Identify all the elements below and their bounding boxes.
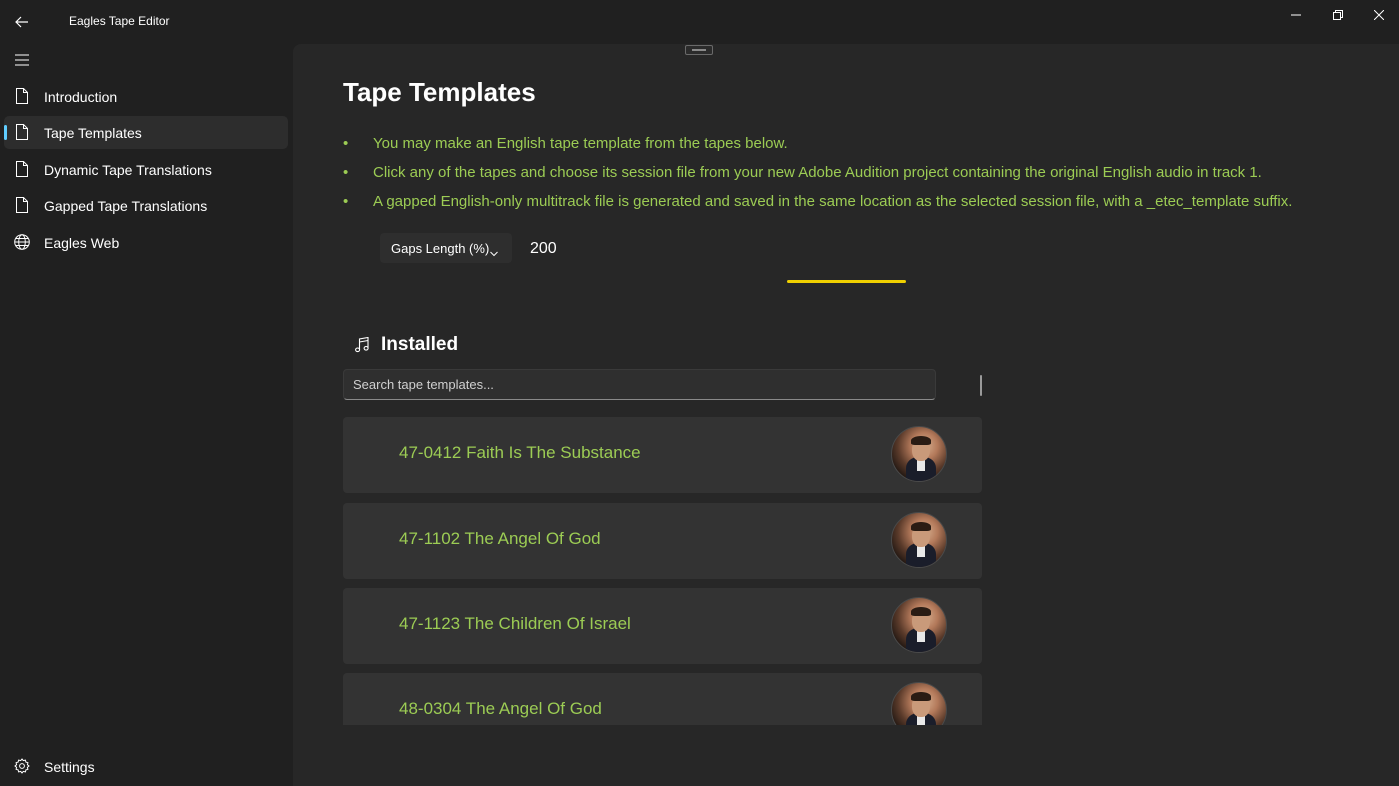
tape-list-item[interactable]: 48-0304 The Angel Of God <box>343 673 982 725</box>
bullet-dot: • <box>343 164 349 181</box>
bullet-text: Click any of the tapes and choose its se… <box>373 164 1262 181</box>
sidebar-item-introduction[interactable]: Introduction <box>4 80 288 113</box>
minimize-button[interactable] <box>1275 0 1317 30</box>
speaker-avatar <box>891 426 947 482</box>
hamburger-menu-icon <box>15 54 29 66</box>
main-content: Tape Templates • You may make an English… <box>293 44 1399 786</box>
sidebar-item-label: Dynamic Tape Translations <box>44 162 212 178</box>
tape-title: 47-0412 Faith Is The Substance <box>399 443 641 462</box>
document-icon <box>14 161 30 177</box>
title-bar: Eagles Tape Editor <box>0 0 1399 44</box>
tape-list: 47-0412 Faith Is The Substance 47-1102 T… <box>343 417 982 725</box>
speaker-avatar <box>891 512 947 568</box>
back-button[interactable] <box>6 6 38 38</box>
music-note-icon <box>353 336 371 354</box>
speaker-avatar <box>891 682 947 725</box>
installed-label: Installed <box>381 334 459 355</box>
bullet-text: A gapped English-only multitrack file is… <box>373 193 1293 210</box>
document-icon <box>14 88 30 104</box>
tape-list-item[interactable]: 47-1123 The Children Of Israel <box>343 588 982 664</box>
bullet-dot: • <box>343 193 349 210</box>
search-input[interactable] <box>343 369 936 400</box>
restore-button[interactable] <box>1317 0 1359 30</box>
gear-icon <box>14 758 30 774</box>
close-icon <box>1374 10 1384 20</box>
progress-indicator <box>787 280 906 283</box>
sidebar-item-dynamic-tape-translations[interactable]: Dynamic Tape Translations <box>4 153 288 186</box>
gaps-length-label: Gaps Length (%) <box>391 241 490 256</box>
restore-icon <box>1333 10 1343 20</box>
bullet-dot: • <box>343 135 349 152</box>
sidebar-item-label: Eagles Web <box>44 235 120 251</box>
sidebar-item-label: Gapped Tape Translations <box>44 198 208 214</box>
sidebar-item-tape-templates[interactable]: Tape Templates <box>4 116 288 149</box>
drag-handle[interactable] <box>685 45 713 55</box>
tape-list-item[interactable]: 47-0412 Faith Is The Substance <box>343 417 982 493</box>
tape-title: 47-1123 The Children Of Israel <box>399 614 631 633</box>
tape-list-item[interactable]: 47-1102 The Angel Of God <box>343 503 982 579</box>
sidebar-item-gapped-tape-translations[interactable]: Gapped Tape Translations <box>4 189 288 222</box>
minimize-icon <box>1291 14 1301 16</box>
installed-section-header: Installed <box>353 332 458 358</box>
tape-title: 47-1102 The Angel Of God <box>399 529 601 548</box>
back-arrow-icon <box>15 16 28 28</box>
gaps-length-value: 200 <box>530 240 557 257</box>
sidebar-item-eagles-web[interactable]: Eagles Web <box>4 226 288 259</box>
menu-toggle-button[interactable] <box>6 46 38 74</box>
speaker-avatar <box>891 597 947 653</box>
bullet-text: You may make an English tape template fr… <box>373 135 788 152</box>
chevron-down-icon <box>490 244 498 262</box>
sidebar-item-label: Settings <box>44 759 95 775</box>
document-icon <box>14 124 30 140</box>
list-scrollbar[interactable] <box>980 375 982 396</box>
close-button[interactable] <box>1358 0 1399 30</box>
navigation-pane: Introduction Tape Templates Dynamic Tape… <box>0 44 293 786</box>
page-title: Tape Templates <box>343 77 536 107</box>
selection-indicator <box>4 125 7 140</box>
tape-title: 48-0304 The Angel Of God <box>399 699 602 718</box>
sidebar-item-label: Introduction <box>44 89 118 105</box>
globe-icon <box>14 234 30 250</box>
gaps-length-dropdown[interactable]: Gaps Length (%) <box>380 233 512 263</box>
app-title: Eagles Tape Editor <box>69 14 170 28</box>
sidebar-item-label: Tape Templates <box>44 125 142 141</box>
document-icon <box>14 197 30 213</box>
sidebar-item-settings[interactable]: Settings <box>4 750 288 783</box>
